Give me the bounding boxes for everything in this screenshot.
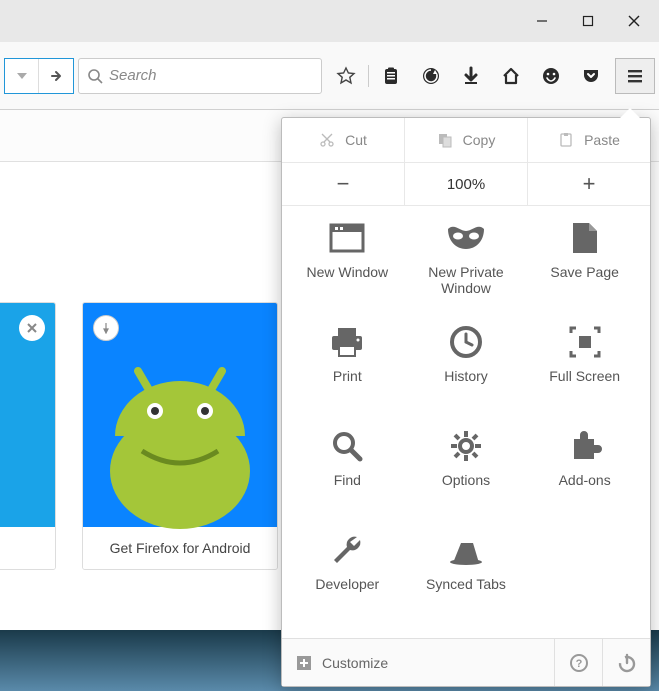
smiley-button[interactable] <box>531 58 571 94</box>
options-button[interactable]: Options <box>407 426 526 522</box>
menu-footer: Customize ? <box>282 638 650 686</box>
paste-label: Paste <box>584 132 620 148</box>
new-private-window-button[interactable]: New Private Window <box>407 218 526 314</box>
copy-button[interactable]: Copy <box>405 118 528 162</box>
menu-button[interactable] <box>615 58 655 94</box>
help-icon: ? <box>569 653 589 673</box>
cloud-tabs-icon <box>446 530 486 570</box>
tile[interactable]: Get Firefox for Android <box>82 302 278 570</box>
label: Save Page <box>550 264 619 280</box>
minimize-button[interactable] <box>519 5 565 37</box>
downloads-button[interactable] <box>451 58 491 94</box>
menu-grid: New Window New Private Window Save Page … <box>282 206 650 638</box>
developer-button[interactable]: Developer <box>288 530 407 626</box>
history-dropdown-button[interactable] <box>5 59 39 93</box>
search-input[interactable]: Search <box>78 58 322 94</box>
maximize-button[interactable] <box>565 5 611 37</box>
copy-icon <box>437 132 453 148</box>
toolbar-icons <box>326 58 611 94</box>
zoom-level[interactable]: 100% <box>405 163 528 205</box>
zoom-row: − 100% + <box>282 162 650 206</box>
close-window-button[interactable] <box>611 5 657 37</box>
find-button[interactable]: Find <box>288 426 407 522</box>
tile[interactable] <box>0 302 56 570</box>
bookmark-star-button[interactable] <box>326 58 366 94</box>
save-page-button[interactable]: Save Page <box>525 218 644 314</box>
add-ons-button[interactable]: Add-ons <box>525 426 644 522</box>
gear-icon <box>446 426 486 466</box>
toolbar: Search <box>0 42 659 110</box>
hamburger-icon <box>626 67 644 85</box>
home-button[interactable] <box>491 58 531 94</box>
scissors-icon <box>319 132 335 148</box>
clock-icon <box>446 322 486 362</box>
customize-label: Customize <box>322 655 388 671</box>
reader-view-button[interactable] <box>371 58 411 94</box>
synced-tabs-button[interactable]: Synced Tabs <box>407 530 526 626</box>
label: Print <box>333 368 362 384</box>
window-icon <box>327 218 367 258</box>
new-window-button[interactable]: New Window <box>288 218 407 314</box>
svg-text:?: ? <box>575 658 582 670</box>
printer-icon <box>327 322 367 362</box>
edit-row: Cut Copy Paste <box>282 118 650 162</box>
exit-button[interactable] <box>602 639 650 686</box>
pocket-button[interactable] <box>571 58 611 94</box>
full-screen-button[interactable]: Full Screen <box>525 322 644 418</box>
label: Developer <box>315 576 379 592</box>
tile-caption <box>0 527 55 569</box>
search-icon <box>87 68 103 84</box>
paste-button[interactable]: Paste <box>528 118 650 162</box>
cut-button[interactable]: Cut <box>282 118 405 162</box>
label: Options <box>442 472 490 488</box>
label: Add-ons <box>559 472 611 488</box>
fullscreen-icon <box>565 322 605 362</box>
zoom-in-button[interactable]: + <box>528 163 650 205</box>
forward-button[interactable] <box>39 59 73 93</box>
label: New Window <box>306 264 388 280</box>
label: History <box>444 368 488 384</box>
separator <box>368 65 369 87</box>
power-icon <box>617 653 637 673</box>
history-button[interactable]: History <box>407 322 526 418</box>
search-icon <box>327 426 367 466</box>
wrench-icon <box>327 530 367 570</box>
plus-icon <box>296 655 312 671</box>
firefox-refresh-button[interactable] <box>411 58 451 94</box>
label: Full Screen <box>549 368 620 384</box>
puzzle-icon <box>565 426 605 466</box>
help-button[interactable]: ? <box>554 639 602 686</box>
copy-label: Copy <box>463 132 496 148</box>
search-placeholder: Search <box>109 67 157 84</box>
nav-group <box>4 58 74 94</box>
page-icon <box>565 218 605 258</box>
mask-icon <box>446 218 486 258</box>
tile-pin-button[interactable] <box>93 315 119 341</box>
hamburger-menu: Cut Copy Paste − 100% + New Window New P… <box>281 117 651 687</box>
cut-label: Cut <box>345 132 367 148</box>
titlebar <box>0 0 659 42</box>
label: New Private Window <box>407 264 526 296</box>
zoom-out-button[interactable]: − <box>282 163 405 205</box>
tile-remove-button[interactable] <box>19 315 45 341</box>
label: Synced Tabs <box>426 576 506 592</box>
customize-button[interactable]: Customize <box>282 655 554 671</box>
android-icon <box>82 351 278 541</box>
print-button[interactable]: Print <box>288 322 407 418</box>
label: Find <box>334 472 361 488</box>
paste-icon <box>558 132 574 148</box>
